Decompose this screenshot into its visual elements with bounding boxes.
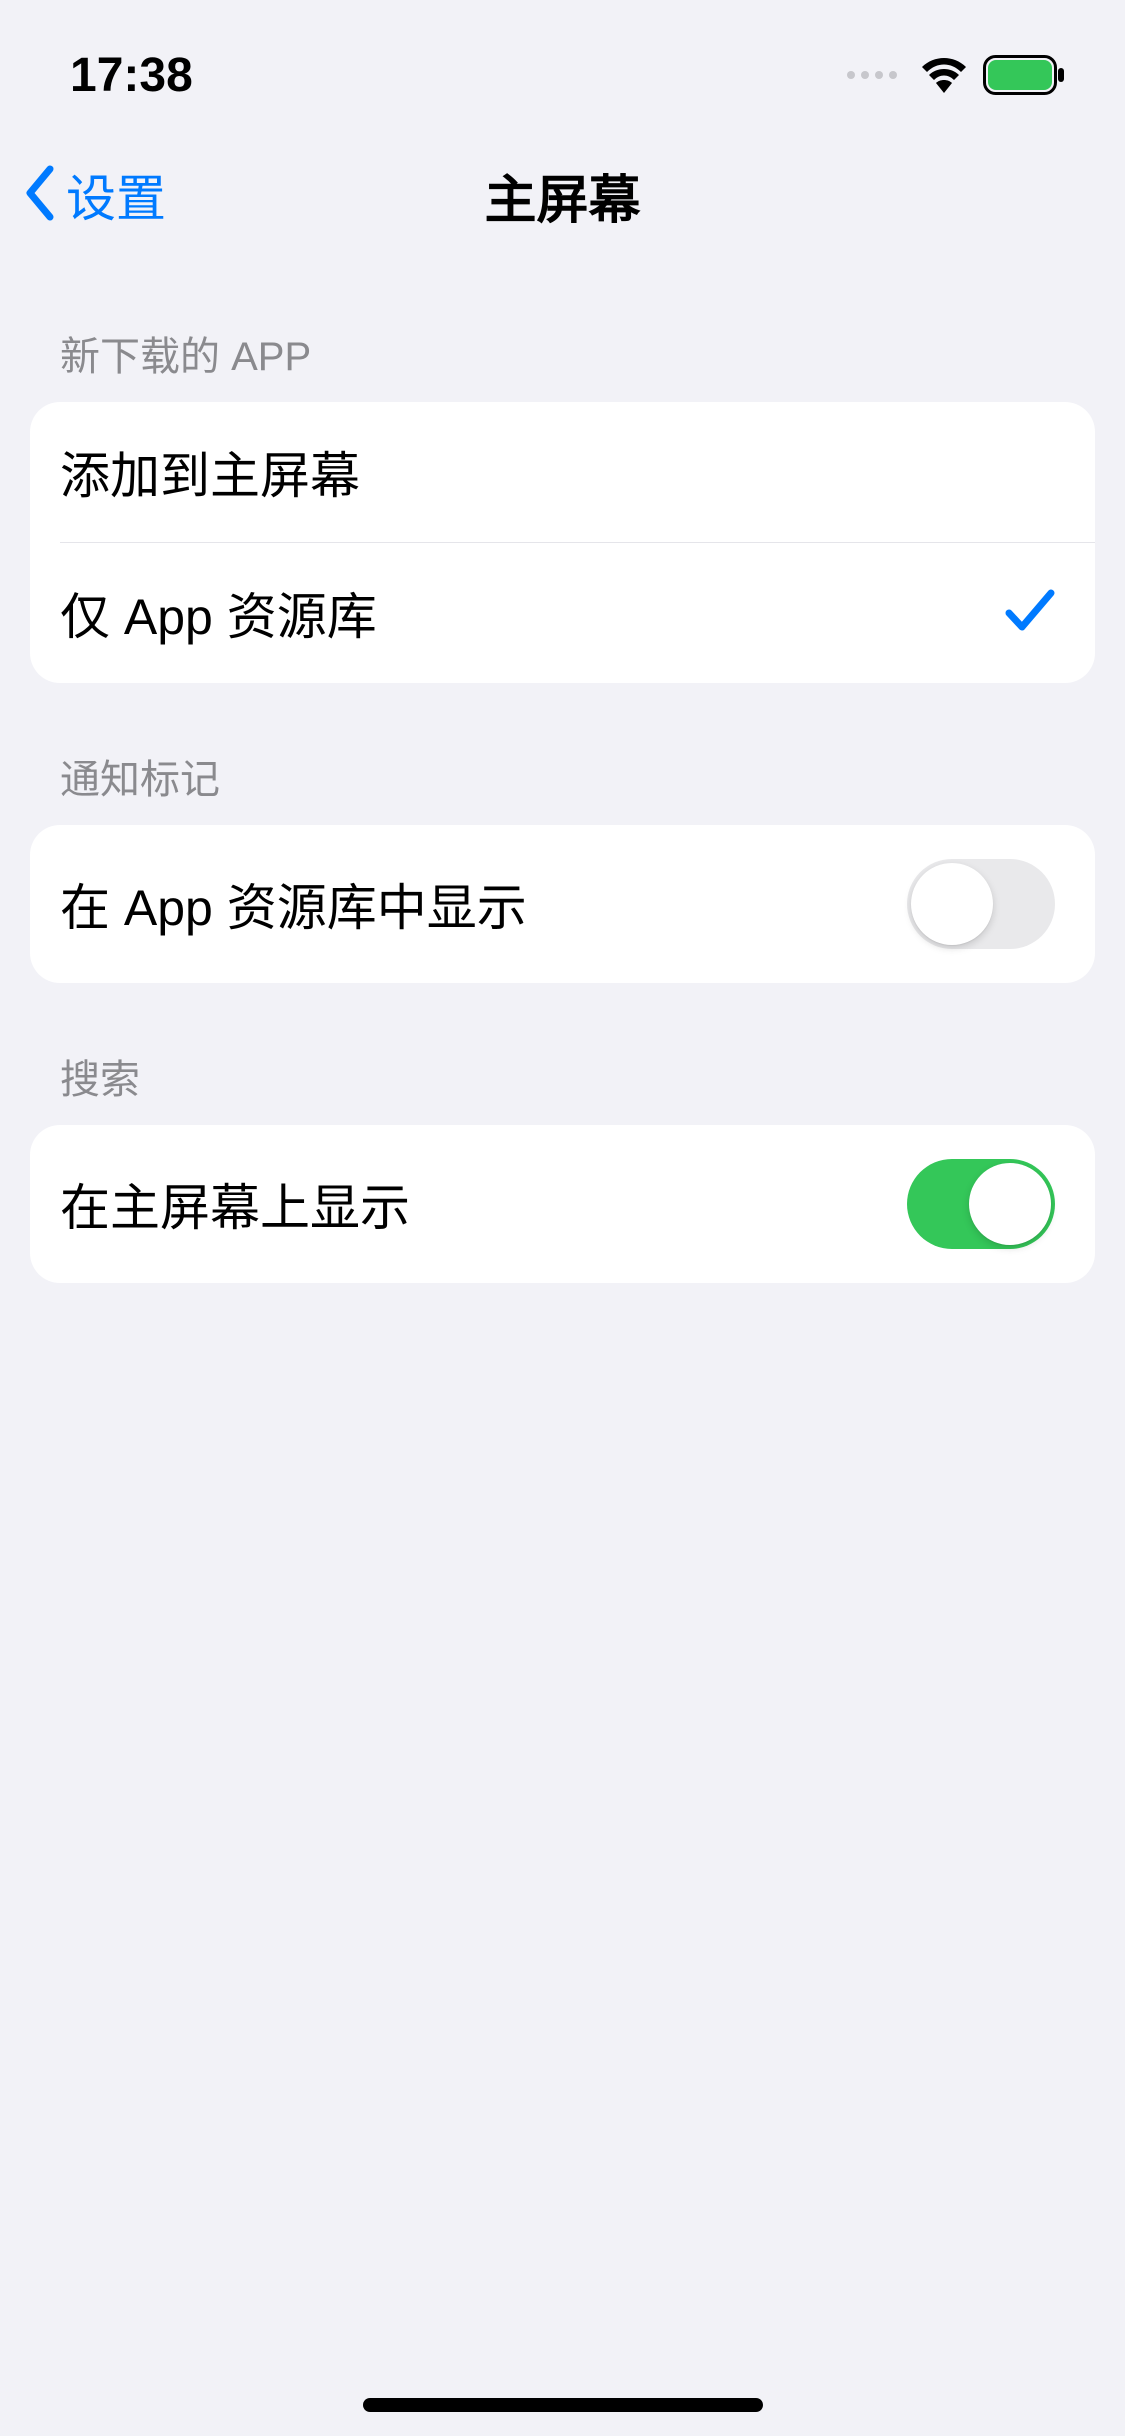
option-label: 仅 App 资源库	[60, 577, 377, 649]
group-badges: 在 App 资源库中显示	[30, 825, 1095, 983]
wifi-icon	[921, 57, 967, 93]
battery-icon	[983, 55, 1065, 95]
navigation-bar: 设置 主屏幕	[0, 130, 1125, 260]
page-title: 主屏幕	[484, 158, 640, 233]
section-header-badges: 通知标记	[0, 747, 1125, 825]
status-indicators	[847, 55, 1065, 95]
row-show-in-library: 在 App 资源库中显示	[30, 825, 1095, 983]
option-app-library-only[interactable]: 仅 App 资源库	[60, 542, 1095, 683]
status-bar: 17:38	[0, 0, 1125, 130]
cellular-dots-icon	[847, 71, 897, 79]
toggle-show-in-library[interactable]	[907, 859, 1055, 949]
toggle-show-on-home[interactable]	[907, 1159, 1055, 1249]
back-button[interactable]: 设置	[20, 159, 166, 231]
back-label: 设置	[66, 159, 166, 231]
checkmark-icon	[1005, 587, 1055, 640]
row-label: 在主屏幕上显示	[60, 1168, 410, 1240]
chevron-left-icon	[20, 163, 60, 228]
option-label: 添加到主屏幕	[60, 436, 360, 508]
section-header-new-apps: 新下载的 APP	[0, 324, 1125, 402]
status-time: 17:38	[70, 48, 193, 103]
switch-knob	[911, 863, 993, 945]
section-search: 搜索 在主屏幕上显示	[0, 1047, 1125, 1283]
group-new-apps: 添加到主屏幕 仅 App 资源库	[30, 402, 1095, 683]
section-new-apps: 新下载的 APP 添加到主屏幕 仅 App 资源库	[0, 324, 1125, 683]
home-indicator[interactable]	[363, 2398, 763, 2412]
switch-knob	[969, 1163, 1051, 1245]
group-search: 在主屏幕上显示	[30, 1125, 1095, 1283]
row-label: 在 App 资源库中显示	[60, 868, 527, 940]
section-badges: 通知标记 在 App 资源库中显示	[0, 747, 1125, 983]
option-add-to-home[interactable]: 添加到主屏幕	[30, 402, 1095, 542]
section-header-search: 搜索	[0, 1047, 1125, 1125]
row-show-on-home: 在主屏幕上显示	[30, 1125, 1095, 1283]
